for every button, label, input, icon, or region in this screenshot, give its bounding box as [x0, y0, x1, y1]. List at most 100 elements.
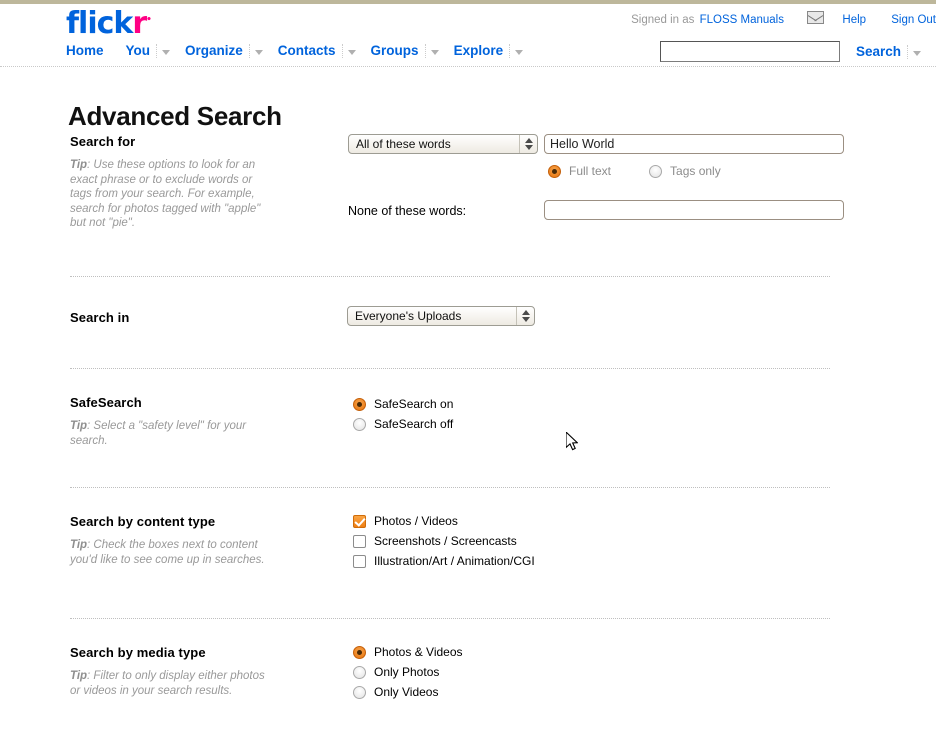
- safesearch-title: SafeSearch: [70, 395, 142, 410]
- registered-mark-icon: •: [146, 15, 152, 25]
- search-in-select[interactable]: Everyone's Uploads: [347, 306, 535, 326]
- media-type-label-column: Search by media type Tip: Filter to only…: [70, 645, 265, 698]
- media-type-title: Search by media type: [70, 645, 206, 660]
- radio-option-full-text[interactable]: Full text: [548, 161, 611, 181]
- header-search-area: Search: [659, 41, 936, 62]
- nav-item-explore[interactable]: Explore: [454, 43, 539, 58]
- content-type-checkbox-group: Photos / Videos Screenshots / Screencast…: [353, 511, 535, 571]
- checkbox-label-illustration: Illustration/Art / Animation/CGI: [374, 554, 535, 568]
- match-type-select[interactable]: All of these words: [348, 134, 538, 154]
- radio-option-tags-only[interactable]: Tags only: [649, 161, 721, 181]
- chevron-down-icon-search[interactable]: [907, 44, 926, 59]
- radio-label-photos-and-videos: Photos & Videos: [374, 645, 463, 659]
- chevron-down-icon-you[interactable]: [156, 43, 175, 58]
- content-type-title: Search by content type: [70, 514, 216, 529]
- nav-label-groups[interactable]: Groups: [371, 43, 425, 58]
- nav-item-contacts[interactable]: Contacts: [278, 43, 371, 58]
- checkbox-icon-photos-videos[interactable]: [353, 514, 366, 528]
- chevron-down-icon-organize[interactable]: [248, 43, 268, 58]
- radio-label-safesearch-off: SafeSearch off: [374, 417, 454, 431]
- search-for-title: Search for: [70, 134, 136, 149]
- match-type-selected-value: All of these words: [356, 137, 451, 151]
- chevron-down-icon-contacts[interactable]: [341, 43, 361, 58]
- safesearch-label-column: SafeSearch Tip: Select a "safety level" …: [70, 395, 265, 448]
- signed-in-prefix: Signed in as: [631, 14, 695, 26]
- radio-label-safesearch-on: SafeSearch on: [374, 397, 454, 411]
- checkbox-label-screenshots: Screenshots / Screencasts: [374, 534, 517, 548]
- nav-item-home[interactable]: Home: [66, 43, 126, 58]
- radio-option-only-photos[interactable]: Only Photos: [353, 662, 463, 682]
- chevron-down-icon-groups[interactable]: [424, 43, 444, 58]
- search-scope-radio-group: Full text Tags only: [548, 161, 844, 181]
- nav-item-you[interactable]: You: [126, 43, 186, 58]
- search-terms-input[interactable]: [544, 134, 844, 154]
- advanced-search-form: Search for Tip: Use these options to loo…: [0, 126, 936, 729]
- radio-label-full-text: Full text: [569, 164, 612, 178]
- envelope-icon[interactable]: [807, 11, 825, 24]
- search-for-label-column: Search for Tip: Use these options to loo…: [70, 134, 265, 231]
- radio-icon-only-photos[interactable]: [353, 665, 366, 679]
- stepper-icon-match-type[interactable]: [519, 135, 537, 153]
- radio-icon-photos-and-videos[interactable]: [353, 645, 366, 659]
- nav-item-organize[interactable]: Organize: [185, 43, 278, 58]
- content-type-tip: Tip: Check the boxes next to content you…: [70, 538, 265, 567]
- nav-label-home[interactable]: Home: [66, 43, 110, 58]
- radio-option-photos-and-videos[interactable]: Photos & Videos: [353, 642, 463, 662]
- logo-text-secondary: r: [132, 6, 147, 41]
- logo-text-primary: flick: [66, 6, 133, 41]
- none-of-these-words-input[interactable]: [544, 200, 844, 220]
- radio-icon-safesearch-on[interactable]: [353, 397, 366, 411]
- tip-prefix: Tip: [70, 159, 88, 171]
- content-type-label-column: Search by content type Tip: Check the bo…: [70, 514, 265, 567]
- radio-label-tags-only: Tags only: [670, 164, 721, 178]
- tip-body: : Check the boxes next to content you'd …: [70, 539, 265, 566]
- nav-label-contacts[interactable]: Contacts: [278, 43, 342, 58]
- flickr-logo[interactable]: flickr•: [66, 6, 152, 41]
- checkbox-option-photos-videos[interactable]: Photos / Videos: [353, 511, 535, 531]
- safesearch-radio-group: SafeSearch on SafeSearch off: [353, 394, 453, 434]
- nav-label-organize[interactable]: Organize: [185, 43, 249, 58]
- search-in-label-column: Search in: [70, 310, 265, 325]
- search-for-tip: Tip: Use these options to look for an ex…: [70, 158, 265, 231]
- search-in-title: Search in: [70, 310, 130, 325]
- section-media-type: Search by media type Tip: Filter to only…: [0, 619, 936, 729]
- checkbox-option-screenshots[interactable]: Screenshots / Screencasts: [353, 531, 535, 551]
- tip-body: : Select a "safety level" for your searc…: [70, 420, 247, 447]
- chevron-down-icon-explore[interactable]: [509, 43, 528, 58]
- nav-label-you[interactable]: You: [126, 43, 157, 58]
- radio-icon-safesearch-off[interactable]: [353, 417, 366, 431]
- media-type-radio-group: Photos & Videos Only Photos Only Videos: [353, 642, 463, 702]
- search-in-selected-value: Everyone's Uploads: [355, 309, 462, 323]
- header-search-input[interactable]: [659, 41, 840, 62]
- media-type-tip: Tip: Filter to only display either photo…: [70, 669, 265, 698]
- radio-icon-only-videos[interactable]: [353, 685, 366, 699]
- stepper-icon-search-in[interactable]: [516, 307, 534, 325]
- nav-item-groups[interactable]: Groups: [371, 43, 454, 58]
- help-link[interactable]: Help: [842, 14, 866, 26]
- radio-icon-tags-only[interactable]: [649, 164, 663, 178]
- radio-label-only-videos: Only Videos: [374, 685, 439, 699]
- tip-prefix: Tip: [70, 539, 88, 551]
- header-search-button[interactable]: Search: [856, 44, 907, 59]
- radio-option-safesearch-on[interactable]: SafeSearch on: [353, 394, 453, 414]
- section-search-in: Search in Everyone's Uploads: [0, 277, 936, 368]
- checkbox-option-illustration[interactable]: Illustration/Art / Animation/CGI: [353, 551, 535, 571]
- account-bar: Signed in as FLOSS Manuals Help Sign Out: [631, 11, 936, 26]
- radio-option-safesearch-off[interactable]: SafeSearch off: [353, 414, 453, 434]
- section-safesearch: SafeSearch Tip: Select a "safety level" …: [0, 369, 936, 487]
- nav-label-explore[interactable]: Explore: [454, 43, 510, 58]
- tip-prefix: Tip: [70, 670, 88, 682]
- radio-icon-full-text[interactable]: [548, 164, 561, 178]
- sign-out-link[interactable]: Sign Out: [891, 14, 936, 26]
- tip-prefix: Tip: [70, 420, 88, 432]
- tip-body: : Use these options to look for an exact…: [70, 159, 261, 229]
- radio-option-only-videos[interactable]: Only Videos: [353, 682, 463, 702]
- radio-label-only-photos: Only Photos: [374, 665, 440, 679]
- safesearch-tip: Tip: Select a "safety level" for your se…: [70, 419, 265, 448]
- none-of-these-words-label: None of these words:: [348, 204, 467, 218]
- site-header: flickr• Signed in as FLOSS Manuals Help …: [0, 4, 936, 67]
- checkbox-icon-screenshots[interactable]: [353, 534, 366, 548]
- section-content-type: Search by content type Tip: Check the bo…: [0, 488, 936, 618]
- account-name-link[interactable]: FLOSS Manuals: [700, 14, 784, 26]
- checkbox-icon-illustration[interactable]: [353, 554, 366, 568]
